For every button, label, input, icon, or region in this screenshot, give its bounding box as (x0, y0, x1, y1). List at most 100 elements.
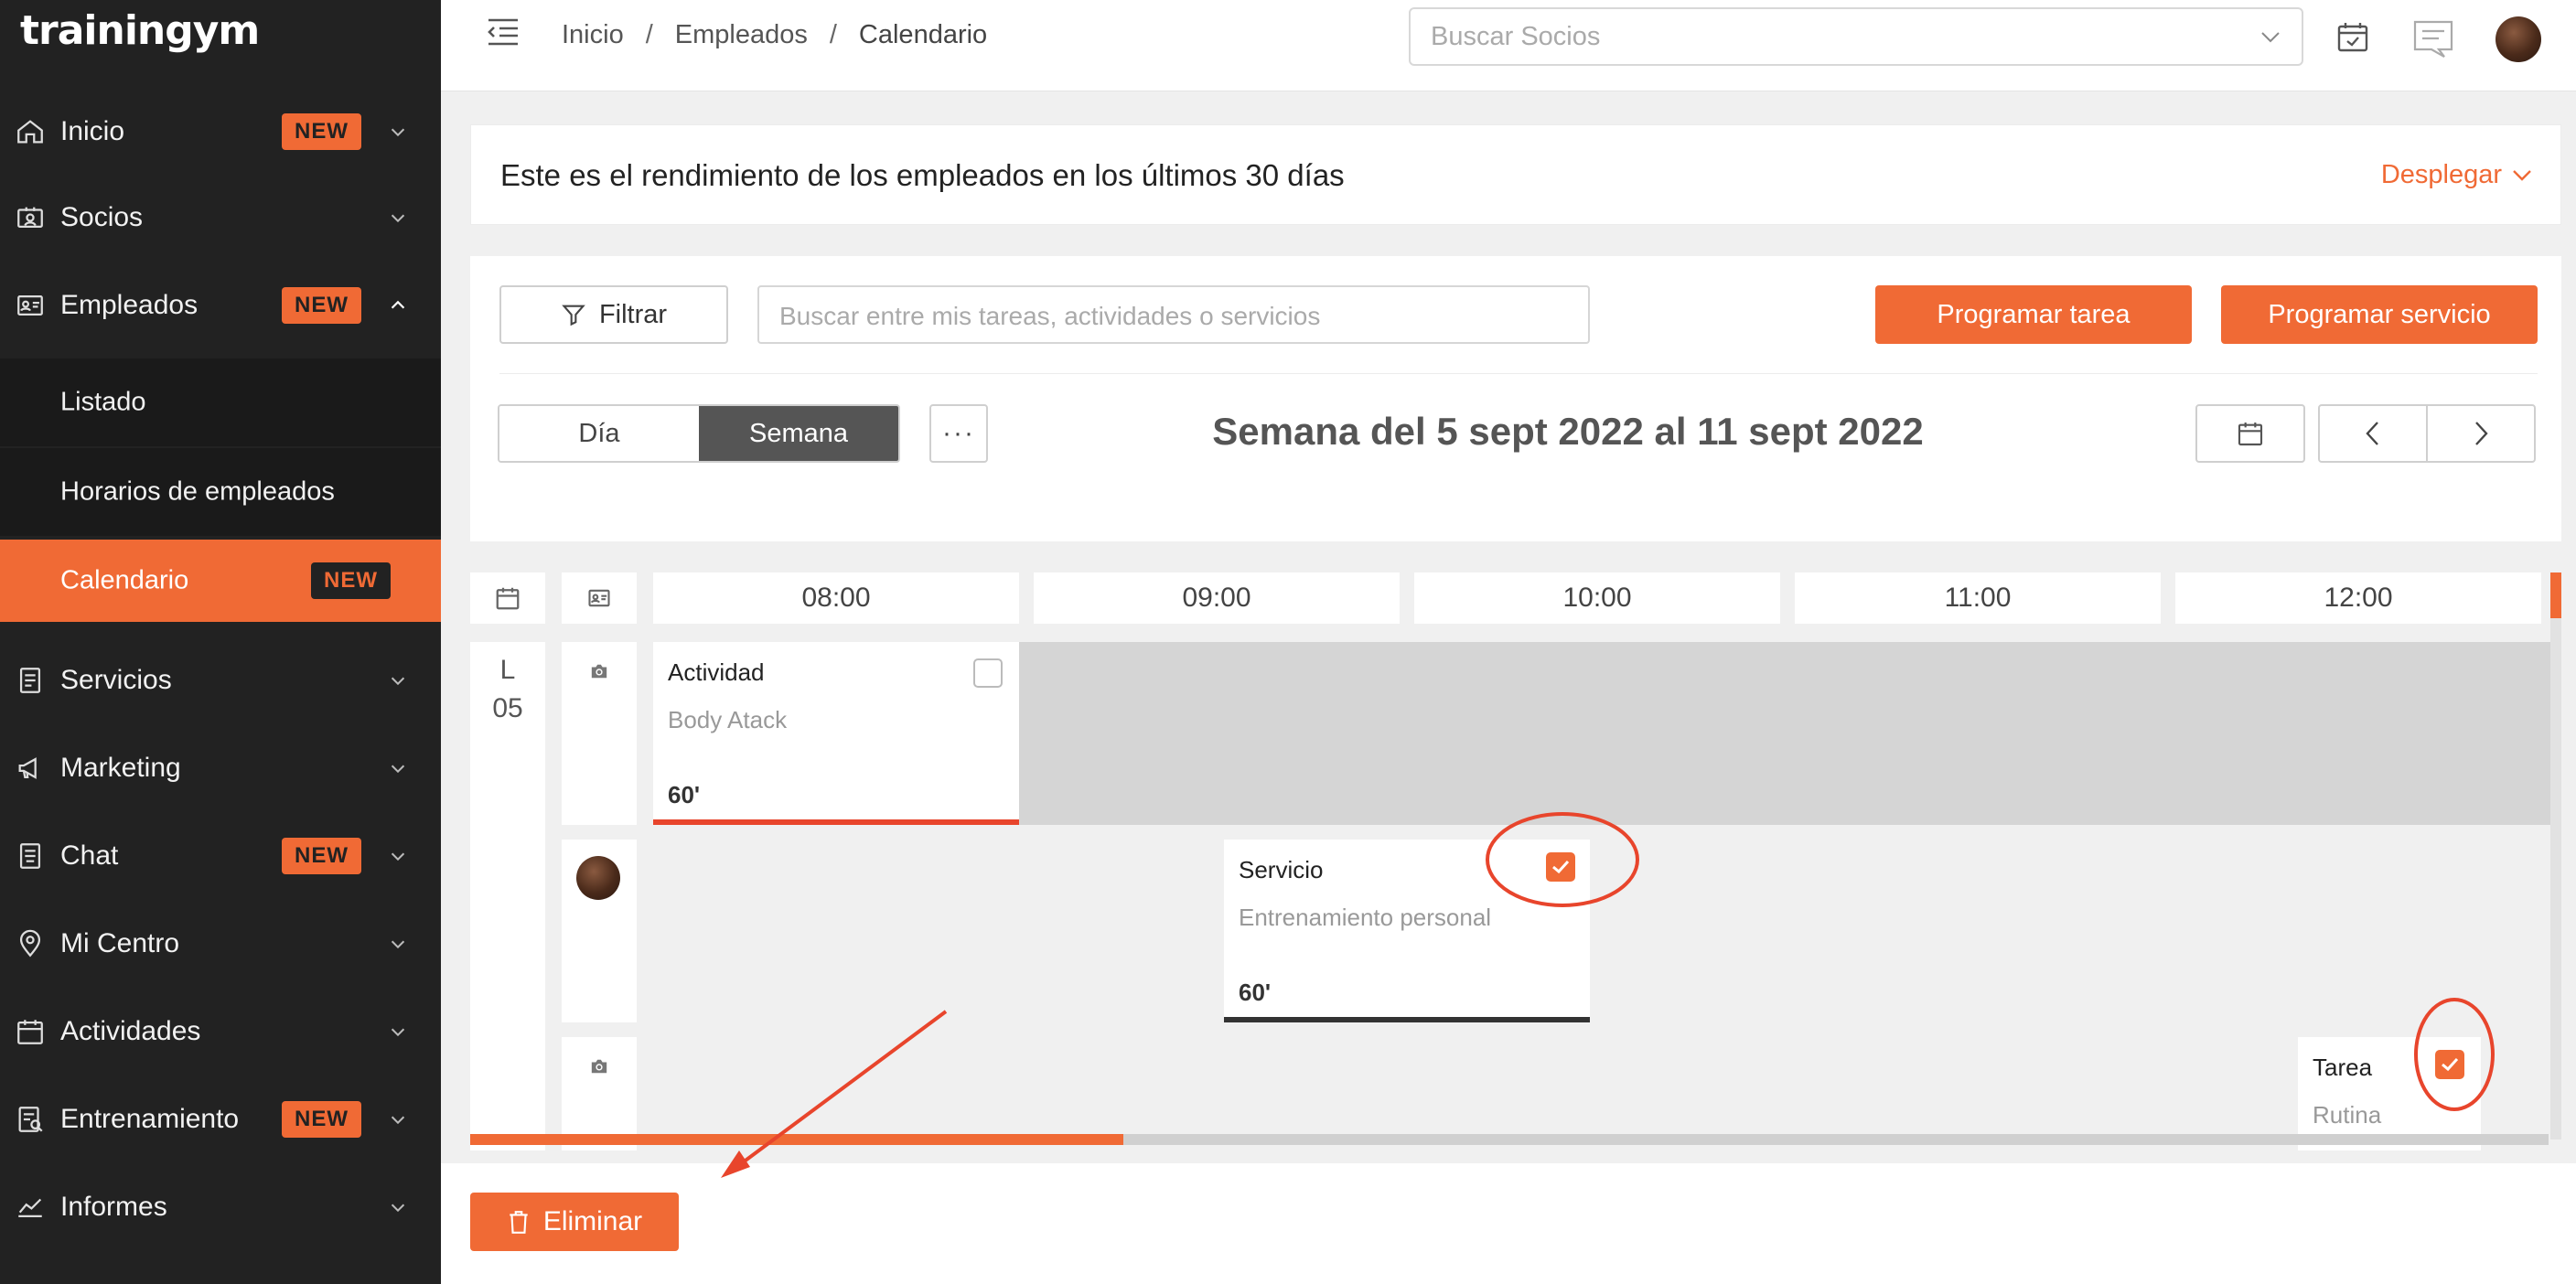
user-avatar[interactable] (2496, 16, 2541, 62)
chevron-down-icon (391, 1028, 405, 1037)
funnel-icon (562, 305, 585, 326)
chart-line-icon (18, 1198, 42, 1218)
calendar-controls-panel: Filtrar Programar tarea Programar servic… (470, 256, 2561, 541)
hour-header: 12:00 (2175, 572, 2541, 624)
chevron-down-icon (391, 214, 405, 223)
sidebar-item-informes[interactable]: Informes (0, 1163, 441, 1251)
member-search-input[interactable] (1431, 22, 2236, 52)
sidebar-subitem-horarios[interactable]: Horarios de empleados (0, 448, 441, 536)
trash-icon (510, 1211, 528, 1234)
sidebar-item-label: Informes (60, 1192, 167, 1222)
chevron-down-icon (391, 852, 405, 861)
breadcrumb-separator: / (645, 20, 653, 49)
previous-week-button[interactable] (2318, 404, 2428, 463)
breadcrumb-inicio[interactable]: Inicio (562, 20, 624, 50)
sidebar-item-label: Empleados (60, 290, 199, 320)
activity-event-card[interactable]: Actividad Body Atack 60' (653, 642, 1019, 825)
bulk-actions-bar: Eliminar (441, 1163, 2576, 1284)
sidebar-subitem-listado[interactable]: Listado (0, 358, 441, 446)
messages-icon[interactable] (2411, 18, 2455, 60)
expand-label: Desplegar (2380, 160, 2502, 189)
checkmark-icon (1552, 860, 1570, 874)
sidebar: trainingym Inicio NEW Socios Empleados N… (0, 0, 441, 1284)
breadcrumb-separator: / (829, 20, 837, 49)
sidebar-item-label: Marketing (60, 753, 181, 783)
chevron-right-icon (2475, 422, 2488, 445)
week-title: Semana del 5 sept 2022 al 11 sept 2022 (1212, 410, 1924, 453)
task-search-field[interactable] (757, 285, 1590, 344)
employee-row-cell (562, 642, 637, 825)
training-icon (18, 1107, 43, 1132)
sidebar-subitem-calendario[interactable]: Calendario NEW (0, 540, 441, 622)
chevron-down-icon (391, 1116, 405, 1125)
sidebar-item-marketing[interactable]: Marketing (0, 724, 441, 812)
sidebar-item-chat[interactable]: Chat NEW (0, 812, 441, 900)
new-badge: NEW (282, 838, 361, 874)
chevron-down-icon (2513, 169, 2531, 181)
day-letter: L (499, 655, 516, 685)
event-select-checkbox[interactable] (973, 658, 1003, 688)
delete-button[interactable]: Eliminar (470, 1193, 679, 1251)
schedule-service-button[interactable]: Programar servicio (2221, 285, 2538, 344)
sidebar-item-actividades[interactable]: Actividades (0, 988, 441, 1075)
day-column-header (470, 572, 545, 624)
hour-header: 08:00 (653, 572, 1019, 624)
event-duration: 60' (1239, 979, 1272, 1006)
next-week-button[interactable] (2426, 404, 2536, 463)
megaphone-icon (18, 757, 37, 779)
event-select-checkbox[interactable] (1546, 852, 1575, 882)
sidebar-item-label: Actividades (60, 1016, 201, 1046)
new-badge: NEW (282, 287, 361, 324)
employee-avatar[interactable] (576, 856, 620, 900)
sidebar-item-label: Chat (60, 840, 119, 871)
trainingym-logo[interactable]: trainingym (20, 7, 260, 62)
hour-header: 11:00 (1795, 572, 2161, 624)
sidebar-item-socios[interactable]: Socios (0, 174, 441, 262)
event-duration: 60' (668, 781, 701, 808)
services-doc-icon (19, 668, 41, 693)
breadcrumb-calendario: Calendario (858, 20, 988, 49)
sidebar-item-mi-centro[interactable]: Mi Centro (0, 900, 441, 988)
scrollbar-thumb[interactable] (470, 1134, 1123, 1145)
event-select-checkbox[interactable] (2435, 1050, 2464, 1079)
more-options-button[interactable]: ··· (929, 404, 988, 463)
calendar-icon (496, 587, 520, 610)
scrollbar-thumb[interactable] (2550, 572, 2561, 618)
menu-collapse-icon[interactable] (485, 16, 521, 48)
event-name: Entrenamiento personal (1239, 904, 1492, 931)
sidebar-item-empleados[interactable]: Empleados NEW (0, 262, 441, 349)
date-picker-button[interactable] (2195, 404, 2305, 463)
chevron-up-icon (391, 300, 405, 309)
breadcrumb-empleados[interactable]: Empleados (675, 20, 808, 50)
chevron-down-icon (391, 677, 405, 686)
members-card-icon (17, 207, 43, 229)
view-day-option[interactable]: Día (499, 406, 699, 461)
home-icon (17, 120, 43, 144)
breadcrumb: Inicio / Empleados / Calendario (562, 20, 987, 50)
vertical-scrollbar[interactable] (2550, 572, 2561, 1140)
sidebar-item-label: Inicio (60, 116, 125, 146)
hour-header: 09:00 (1034, 572, 1400, 624)
checkmark-icon (2442, 1057, 2459, 1072)
sidebar-item-inicio[interactable]: Inicio NEW (0, 88, 441, 176)
sidebar-item-label: Servicios (60, 665, 172, 695)
calendar-check-icon[interactable] (2334, 18, 2371, 55)
filter-button[interactable]: Filtrar (499, 285, 728, 344)
member-search-select[interactable] (1409, 7, 2303, 66)
event-type: Actividad (668, 658, 765, 686)
sidebar-item-entrenamiento[interactable]: Entrenamiento NEW (0, 1075, 441, 1163)
horizontal-scrollbar[interactable] (470, 1134, 2549, 1145)
schedule-task-button[interactable]: Programar tarea (1875, 285, 2192, 344)
event-name: Body Atack (668, 706, 788, 733)
chevron-down-icon (391, 1204, 405, 1213)
chat-icon (19, 843, 41, 869)
service-event-card[interactable]: Servicio Entrenamiento personal 60' (1224, 840, 1590, 1022)
view-week-option[interactable]: Semana (699, 406, 898, 461)
sidebar-item-servicios[interactable]: Servicios (0, 637, 441, 724)
task-search-input[interactable] (779, 302, 1566, 331)
expand-toggle[interactable]: Desplegar (2381, 160, 2533, 190)
filter-label: Filtrar (598, 299, 668, 329)
chevron-down-icon (2261, 32, 2280, 43)
performance-text: Este es el rendimiento de los empleados … (500, 158, 1345, 192)
employee-column-header (562, 572, 637, 624)
